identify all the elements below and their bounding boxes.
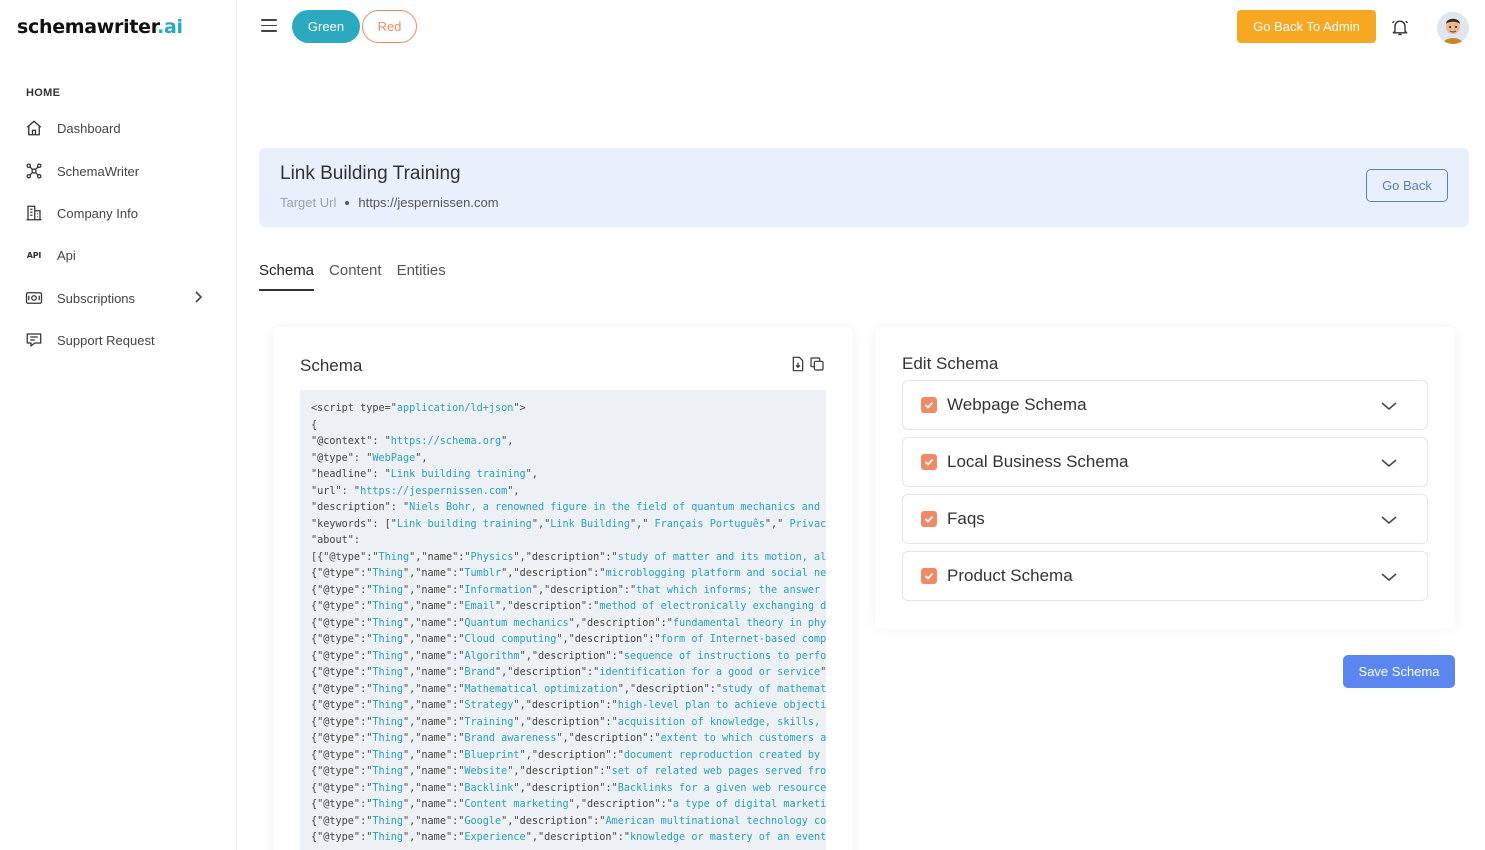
accordion-label: Product Schema: [947, 566, 1073, 585]
go-back-to-admin-button[interactable]: Go Back To Admin: [1237, 10, 1376, 43]
code-line: "description": "Niels Bohr, a renowned f…: [311, 502, 826, 513]
home-icon: [24, 118, 44, 138]
sidebar-item-support-request[interactable]: Support Request: [24, 328, 214, 352]
code-line: {"@type":"Thing","name":"Backlink","desc…: [311, 782, 826, 794]
sidebar-item-label: Dashboard: [57, 120, 121, 136]
sidebar-item-label: Company Info: [57, 205, 138, 221]
sidebar-item-label: Support Request: [57, 332, 155, 348]
go-back-button[interactable]: Go Back: [1366, 169, 1448, 202]
separator-dot: [345, 200, 350, 205]
accordion-label: Local Business Schema: [947, 452, 1129, 471]
code-line: {"@type":"Thing","name":"Blueprint","des…: [311, 749, 826, 761]
code-line: "url": "https://jespernissen.com",: [311, 485, 520, 497]
target-url-row: Target Url https://jespernissen.com: [280, 195, 499, 210]
schema-actions: [790, 356, 825, 372]
code-line: {"@type":"Thing","name":"Mathematical op…: [311, 683, 826, 695]
api-icon: API: [26, 250, 42, 260]
code-line: [{"@type":"Thing","name":"Physics","desc…: [311, 551, 826, 563]
code-line: {"@type":"Thing","name":"Website","descr…: [311, 766, 826, 777]
code-line: {"@type":"Thing","name":"Strategy","desc…: [311, 700, 826, 711]
sidebar-item-label: Api: [57, 247, 76, 263]
nodes-icon: [24, 161, 44, 181]
accordion-faqs[interactable]: Faqs: [902, 494, 1428, 544]
code-line: {"@type":"Thing","name":"Brand","descrip…: [311, 667, 826, 678]
chevron-down-icon[interactable]: [1381, 512, 1397, 530]
sidebar-item-subscriptions[interactable]: Subscriptions: [24, 286, 214, 310]
accordion-webpage-schema[interactable]: Webpage Schema: [902, 380, 1428, 430]
download-icon[interactable]: [790, 356, 806, 372]
code-line: {"@type":"Thing","name":"Algorithm","des…: [311, 650, 826, 662]
code-line: {"@type":"Thing","name":"Brand awareness…: [311, 733, 826, 744]
menu-toggle-icon[interactable]: [261, 19, 277, 33]
code-line: {: [311, 419, 318, 431]
code-line: {"@type":"Thing","name":"Email","descrip…: [311, 601, 826, 612]
code-line: {"@type":"Thing","name":"Cloud computing…: [311, 634, 826, 645]
code-line: {"@type":"Thing","name":"Information","d…: [311, 584, 826, 596]
checkbox-checked[interactable]: [921, 454, 937, 470]
sidebar-item-schemawriter[interactable]: SchemaWriter: [24, 159, 214, 183]
checkbox-checked[interactable]: [921, 511, 937, 527]
edit-schema-title: Edit Schema: [902, 354, 999, 373]
accordion-local-business-schema[interactable]: Local Business Schema: [902, 437, 1428, 487]
sidebar-section-label: HOME: [26, 87, 61, 99]
tab-bar: Schema Content Entities: [259, 262, 461, 291]
brand-logo[interactable]: schemawriter.ai: [17, 16, 183, 38]
code-line: {"@type":"Thing","name":"Content marketi…: [311, 799, 826, 810]
schema-card: Schema <script type="application/ld+json…: [273, 327, 853, 850]
target-url-value: https://jespernissen.com: [358, 195, 499, 210]
accordion-product-schema[interactable]: Product Schema: [902, 551, 1428, 601]
code-line: "@context": "https://schema.org",: [311, 436, 514, 447]
sidebar-item-label: Subscriptions: [57, 290, 136, 306]
chevron-right-icon[interactable]: [192, 290, 204, 309]
sidebar-item-company-info[interactable]: Company Info: [24, 201, 214, 225]
code-line: "@type": "WebPage",: [311, 452, 428, 464]
sidebar-item-dashboard[interactable]: Dashboard: [24, 116, 214, 140]
chevron-down-icon[interactable]: [1381, 569, 1397, 587]
tab-content[interactable]: Content: [329, 262, 382, 291]
sidebar-item-api[interactable]: API Api: [24, 243, 214, 267]
code-line: "keywords": ["Link building training","L…: [311, 518, 826, 530]
code-line: "about":: [311, 535, 361, 546]
chevron-down-icon[interactable]: [1381, 398, 1397, 416]
target-url-label: Target Url: [280, 195, 337, 210]
checkbox-checked[interactable]: [921, 568, 937, 584]
edit-schema-card: Edit Schema Webpage Schema Local Busines…: [875, 327, 1455, 629]
code-line: {"@type":"Thing","name":"Experience","de…: [311, 832, 826, 843]
code-line: "headline": "Link building training",: [311, 469, 538, 480]
page-header-card: Link Building Training Target Url https:…: [259, 148, 1469, 227]
page-title: Link Building Training: [280, 163, 461, 184]
schema-card-title: Schema: [300, 356, 363, 375]
accordion-label: Faqs: [947, 509, 985, 528]
code-line: {"@type":"Thing","name":"Tumblr","descri…: [311, 568, 826, 579]
sidebar-item-label: SchemaWriter: [57, 163, 140, 179]
checkbox-checked[interactable]: [921, 397, 937, 413]
building-icon: [24, 203, 44, 223]
avatar[interactable]: [1437, 12, 1469, 44]
save-schema-button[interactable]: Save Schema: [1343, 655, 1455, 688]
tab-entities[interactable]: Entities: [397, 262, 446, 291]
chevron-down-icon[interactable]: [1381, 455, 1397, 473]
tab-schema[interactable]: Schema: [259, 262, 315, 291]
theme-green-button[interactable]: Green: [292, 10, 360, 43]
schema-code-block[interactable]: <script type="application/ld+json"> { "@co…: [300, 390, 826, 850]
support-icon: [24, 330, 44, 350]
code-line: <script type="application/ld+json">: [311, 403, 526, 414]
money-icon: [24, 288, 44, 308]
code-line: {"@type":"Thing","name":"Quantum mechani…: [311, 617, 826, 629]
theme-red-button[interactable]: Red: [362, 10, 417, 43]
copy-icon[interactable]: [809, 356, 825, 372]
code-line: {"@type":"Thing","name":"Google","descri…: [311, 815, 826, 827]
bell-icon[interactable]: [1390, 17, 1410, 37]
sidebar: schemawriter.ai HOME Dashboard SchemaWri…: [0, 0, 237, 850]
code-line: {"@type":"Thing","name":"Training","desc…: [311, 716, 826, 728]
accordion-label: Webpage Schema: [947, 395, 1087, 414]
